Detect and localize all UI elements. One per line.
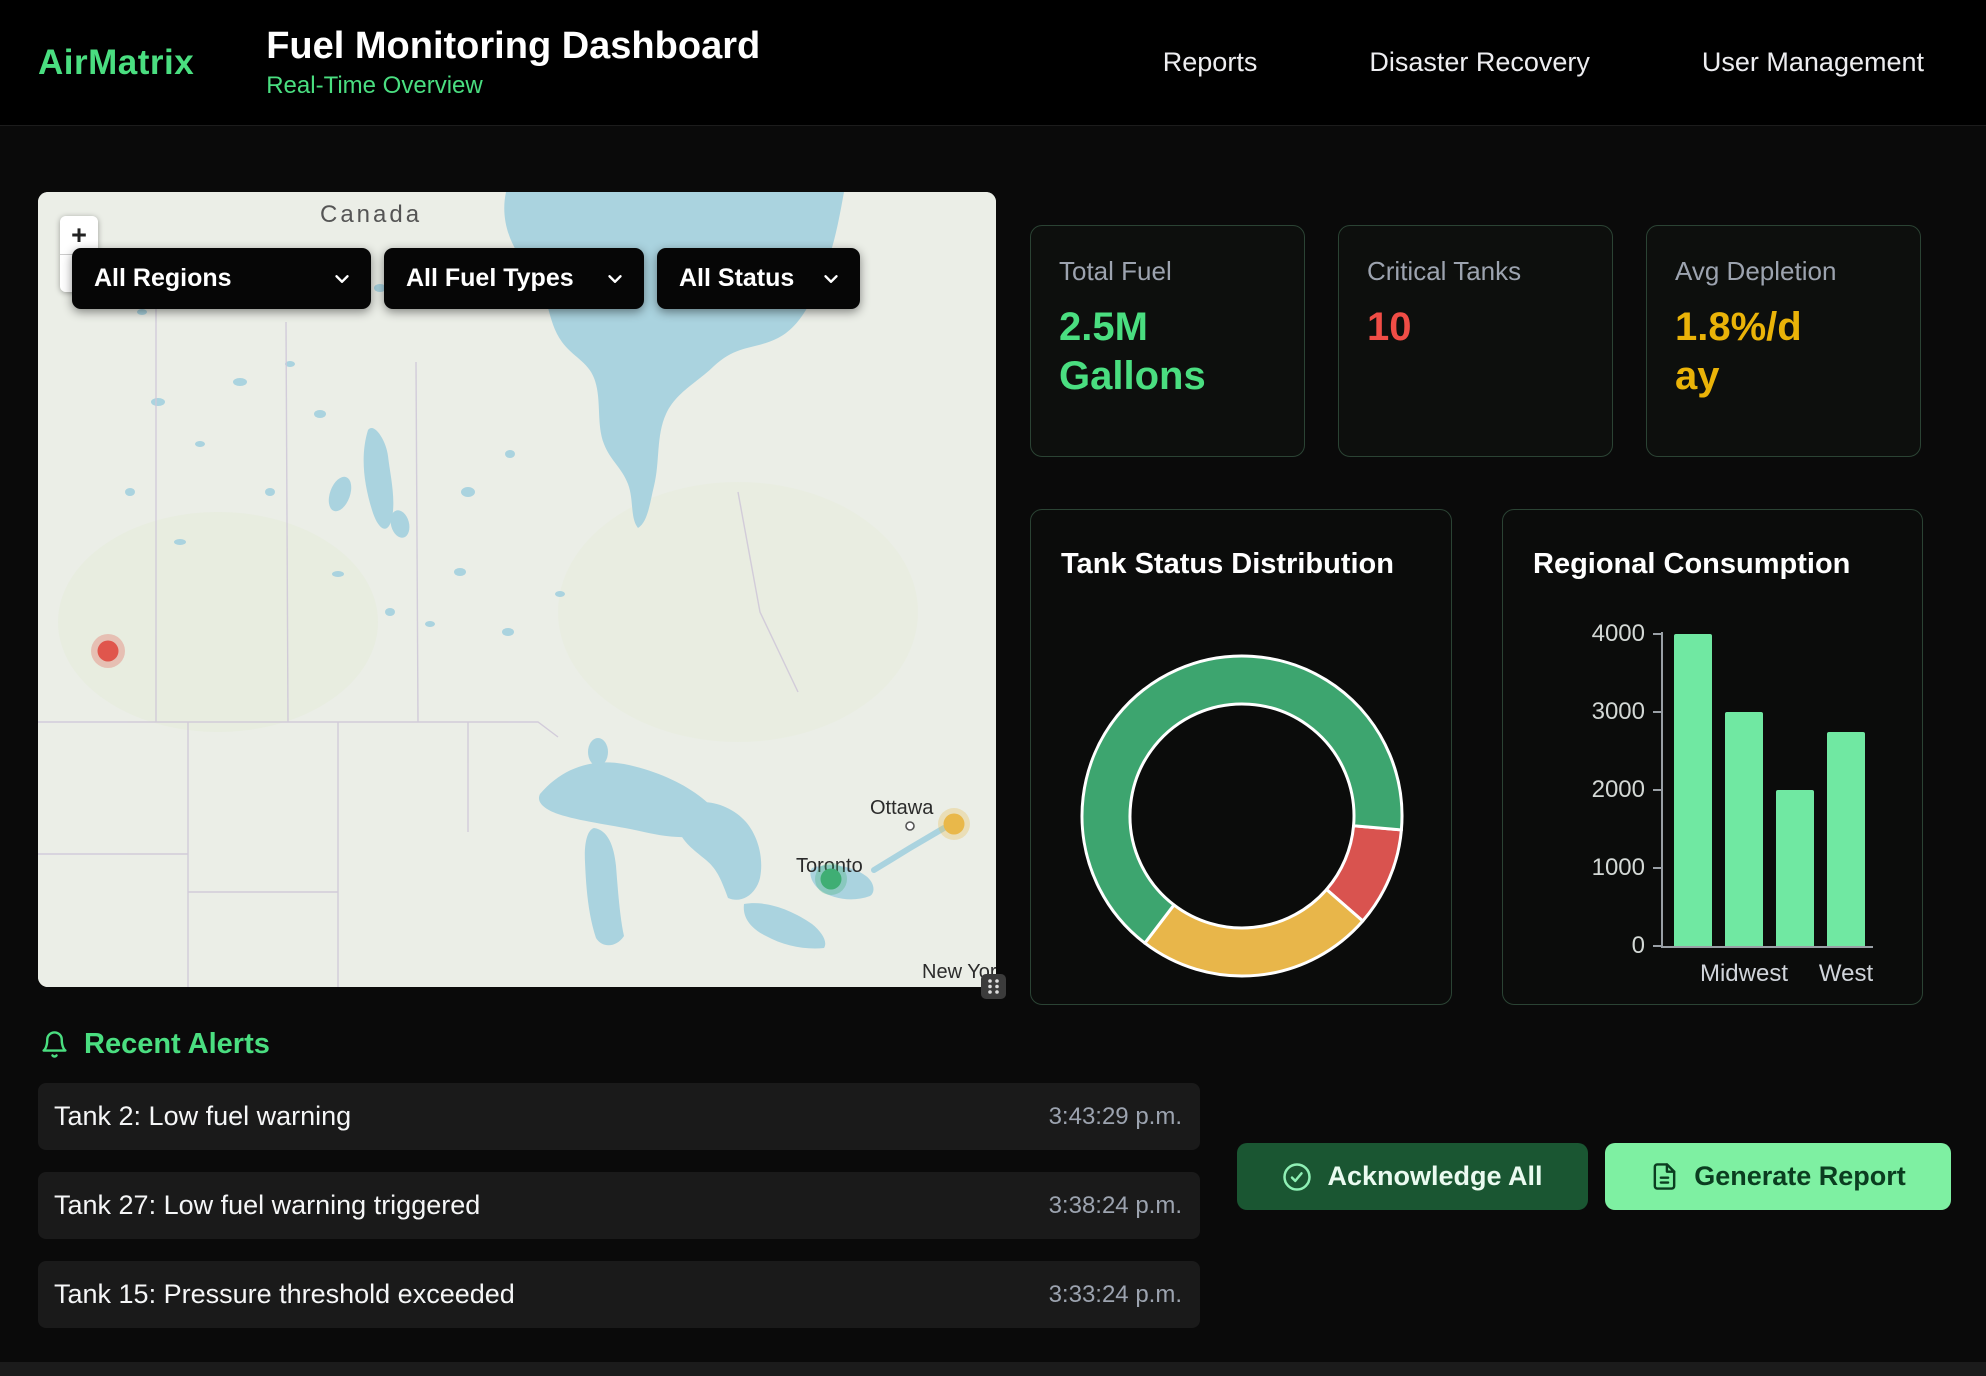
main-nav: Reports Disaster Recovery User Managemen… (1163, 47, 1986, 78)
tank-marker-normal[interactable] (815, 863, 847, 895)
y-tick-label: 0 (1503, 932, 1645, 960)
y-tick-label: 1000 (1503, 854, 1645, 882)
alerts-title: Recent Alerts (84, 1028, 270, 1061)
tank-status-card: Tank Status Distribution (1030, 509, 1452, 1005)
region-filter-value: All Regions (94, 264, 232, 293)
chevron-down-icon (331, 268, 353, 290)
brand-logo[interactable]: AirMatrix (38, 43, 194, 83)
regional-bar-chart: MidwestWest01000200030004000 (1503, 510, 1924, 1006)
right-column: Total Fuel 2.5M Gallons Critical Tanks 1… (1030, 225, 1923, 1005)
regional-consumption-card: Regional Consumption MidwestWest01000200… (1502, 509, 1923, 1005)
map-canvas[interactable]: Canada Ottawa Toronto New York + − (38, 192, 996, 987)
y-tick-mark (1653, 867, 1662, 869)
bar-1 (1725, 712, 1763, 946)
chevron-down-icon (820, 268, 842, 290)
tank-marker-warning[interactable] (938, 808, 970, 840)
stat-value: 1.8%/day (1675, 303, 1803, 401)
region-filter-select[interactable]: All Regions (72, 248, 371, 309)
map-filter-bar: All Regions All Fuel Types All Status (72, 248, 860, 309)
alert-time: 3:33:24 p.m. (1049, 1281, 1182, 1309)
y-tick-label: 4000 (1503, 620, 1645, 648)
stat-label: Avg Depletion (1675, 256, 1892, 287)
map-label-ottawa: Ottawa (870, 797, 934, 819)
tank-status-donut-chart (1072, 646, 1412, 986)
stat-card-total-fuel: Total Fuel 2.5M Gallons (1030, 225, 1305, 457)
y-tick-mark (1653, 633, 1662, 635)
alert-time: 3:38:24 p.m. (1049, 1192, 1182, 1220)
acknowledge-all-button[interactable]: Acknowledge All (1237, 1143, 1588, 1210)
stat-label: Critical Tanks (1367, 256, 1584, 287)
alert-row[interactable]: Tank 2: Low fuel warning 3:43:29 p.m. (38, 1083, 1200, 1150)
stat-card-critical-tanks: Critical Tanks 10 (1338, 225, 1613, 457)
alert-row[interactable]: Tank 15: Pressure threshold exceeded 3:3… (38, 1261, 1200, 1328)
page-title: Fuel Monitoring Dashboard (266, 25, 760, 69)
map-graphic: Canada Ottawa Toronto New York (38, 192, 996, 987)
x-axis-line (1661, 946, 1873, 948)
stat-value: 2.5M Gallons (1059, 303, 1276, 401)
alert-time: 3:43:29 p.m. (1049, 1103, 1182, 1131)
status-filter-select[interactable]: All Status (657, 248, 860, 309)
generate-report-button[interactable]: Generate Report (1605, 1143, 1951, 1210)
bottom-strip (0, 1362, 1986, 1376)
alert-message: Tank 27: Low fuel warning triggered (54, 1190, 480, 1221)
acknowledge-all-label: Acknowledge All (1327, 1161, 1542, 1192)
stat-label: Total Fuel (1059, 256, 1276, 287)
fuel-type-filter-select[interactable]: All Fuel Types (384, 248, 644, 309)
title-block: Fuel Monitoring Dashboard Real-Time Over… (266, 25, 760, 101)
bar-3 (1827, 732, 1865, 947)
stats-row: Total Fuel 2.5M Gallons Critical Tanks 1… (1030, 225, 1923, 457)
top-header: AirMatrix Fuel Monitoring Dashboard Real… (0, 0, 1986, 126)
tank-marker-critical[interactable] (91, 634, 125, 668)
bell-icon (40, 1030, 69, 1059)
status-filter-value: All Status (679, 264, 794, 293)
donut-chart-title: Tank Status Distribution (1061, 548, 1394, 581)
page-subtitle: Real-Time Overview (266, 72, 760, 100)
y-tick-mark (1653, 945, 1662, 947)
fuel-type-filter-value: All Fuel Types (406, 264, 574, 293)
nav-user-management[interactable]: User Management (1702, 47, 1924, 78)
alert-message: Tank 2: Low fuel warning (54, 1101, 351, 1132)
bar-0 (1674, 634, 1712, 946)
y-tick-label: 2000 (1503, 776, 1645, 804)
y-tick-label: 3000 (1503, 698, 1645, 726)
check-circle-icon (1282, 1162, 1312, 1192)
ottawa-city-dot (906, 822, 914, 830)
nav-reports[interactable]: Reports (1163, 47, 1258, 78)
alerts-header: Recent Alerts (40, 1028, 270, 1061)
donut-segment-warning (1145, 889, 1363, 976)
alert-row[interactable]: Tank 27: Low fuel warning triggered 3:38… (38, 1172, 1200, 1239)
bar-xlabel-3: West (1776, 960, 1916, 988)
y-tick-mark (1653, 789, 1662, 791)
resize-grip-icon[interactable] (981, 974, 1006, 999)
stat-value: 10 (1367, 303, 1584, 352)
y-tick-mark (1653, 711, 1662, 713)
bar-2 (1776, 790, 1814, 946)
app-root: AirMatrix Fuel Monitoring Dashboard Real… (0, 0, 1986, 1376)
chevron-down-icon (604, 268, 626, 290)
generate-report-label: Generate Report (1694, 1161, 1906, 1192)
stat-card-avg-depletion: Avg Depletion 1.8%/day (1646, 225, 1921, 457)
nav-disaster-recovery[interactable]: Disaster Recovery (1369, 47, 1590, 78)
map-label-canada: Canada (320, 201, 422, 228)
file-text-icon (1650, 1162, 1679, 1191)
alert-message: Tank 15: Pressure threshold exceeded (54, 1279, 515, 1310)
